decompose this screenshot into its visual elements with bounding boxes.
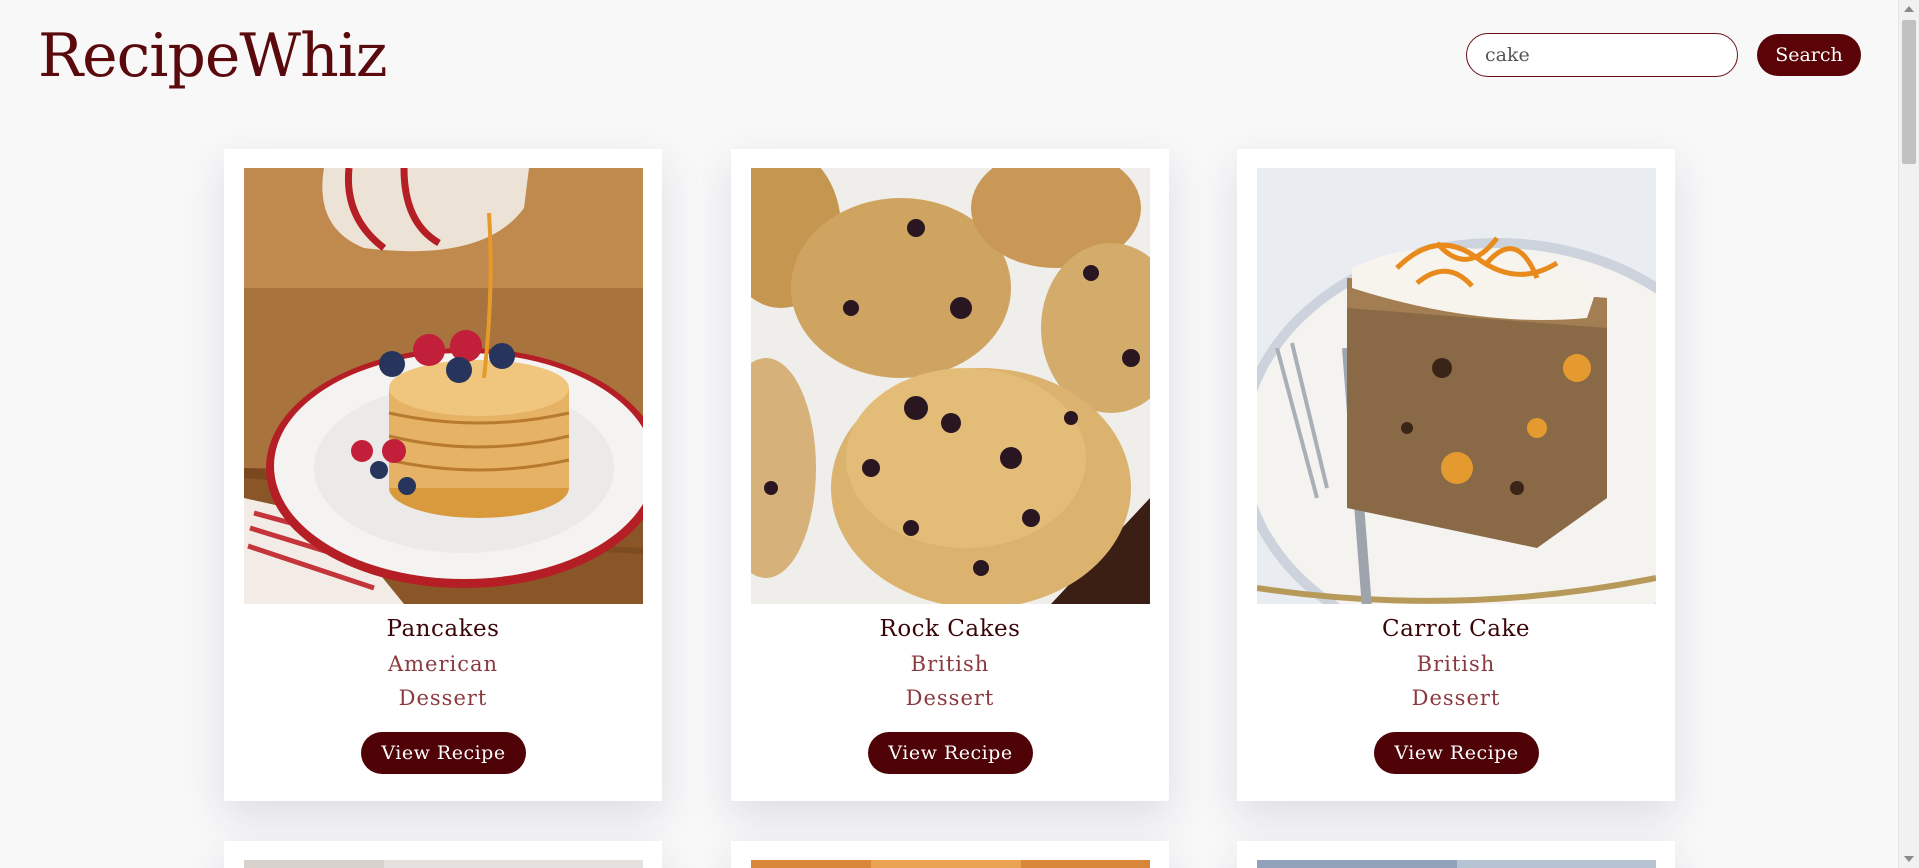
recipe-category: Dessert (905, 686, 995, 710)
recipe-photo (1257, 860, 1656, 868)
recipe-card: Carrot Cake British Dessert View Recipe (1237, 149, 1675, 801)
recipe-category: Dessert (398, 686, 488, 710)
recipe-photo (244, 860, 643, 868)
view-recipe-button[interactable]: View Recipe (1374, 732, 1539, 774)
search-input[interactable] (1466, 33, 1738, 77)
search-button[interactable]: Search (1757, 34, 1861, 76)
site-logo[interactable]: RecipeWhiz (38, 16, 388, 96)
recipe-category: Dessert (1411, 686, 1501, 710)
recipe-title[interactable]: Pancakes (224, 616, 662, 642)
recipe-card: Pancakes American Dessert View Recipe (224, 149, 662, 801)
recipe-photo (751, 860, 1150, 868)
recipe-cuisine: British (1416, 652, 1496, 676)
recipe-card (1237, 841, 1675, 868)
view-recipe-button[interactable]: View Recipe (868, 732, 1033, 774)
recipe-card (224, 841, 662, 868)
recipe-card (731, 841, 1169, 868)
header: RecipeWhiz Search (0, 0, 1899, 110)
view-recipe-button[interactable]: View Recipe (361, 732, 526, 774)
rock-cakes-photo (751, 168, 1150, 604)
recipe-title[interactable]: Carrot Cake (1237, 616, 1675, 642)
scroll-up-arrow-icon[interactable] (1904, 6, 1914, 12)
vertical-scrollbar[interactable] (1898, 0, 1919, 868)
recipe-cuisine: British (910, 652, 990, 676)
recipe-cuisine: American (387, 652, 499, 676)
scroll-down-arrow-icon[interactable] (1904, 856, 1914, 862)
scrollbar-thumb[interactable] (1902, 20, 1916, 164)
page: RecipeWhiz Search (0, 0, 1919, 868)
recipe-title[interactable]: Rock Cakes (731, 616, 1169, 642)
recipe-card: Rock Cakes British Dessert View Recipe (731, 149, 1169, 801)
pancakes-photo (244, 168, 643, 604)
carrot-cake-photo (1257, 168, 1656, 604)
